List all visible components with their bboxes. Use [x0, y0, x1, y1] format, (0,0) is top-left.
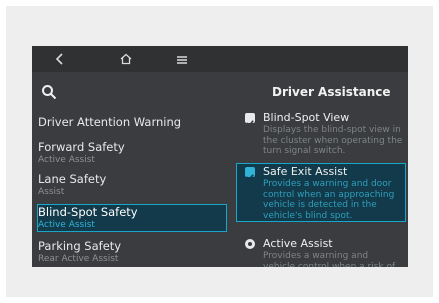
top-navigation-bar — [32, 46, 408, 72]
back-button[interactable] — [50, 51, 70, 67]
infotainment-screen: Driver Assistance Driver Attention Warni… — [32, 46, 408, 267]
menu-item-label: Driver Attention Warning — [38, 115, 182, 129]
home-icon — [120, 50, 132, 69]
menu-button[interactable] — [172, 51, 192, 67]
menu-item-sublabel: Active Assist — [38, 155, 95, 165]
option-active-assist[interactable]: Active Assist Provides a warning and veh… — [237, 236, 405, 267]
option-safe-exit-assist[interactable]: Safe Exit Assist Provides a warning and … — [236, 163, 406, 222]
menu-item-sublabel: Assist — [38, 187, 65, 197]
option-description: Displays the blind-spot view in the clus… — [263, 125, 403, 156]
menu-item-parking-safety[interactable]: Parking Safety Rear Active Assist — [38, 239, 226, 265]
home-button[interactable] — [116, 51, 136, 67]
option-description: Provides a warning and door control when… — [263, 179, 395, 221]
menu-item-label: Forward Safety — [38, 140, 125, 154]
option-label: Blind-Spot View — [263, 111, 350, 124]
search-button[interactable] — [41, 84, 57, 100]
menu-icon — [176, 50, 188, 69]
checkbox-checked-icon[interactable] — [245, 167, 255, 181]
checkbox-checked-icon[interactable] — [245, 113, 255, 127]
chevron-left-icon — [55, 50, 65, 69]
menu-item-sublabel: Active Assist — [38, 220, 95, 230]
display-frame: Driver Assistance Driver Attention Warni… — [6, 6, 433, 297]
menu-item-sublabel: Rear Active Assist — [38, 254, 119, 264]
option-label: Active Assist — [263, 237, 333, 250]
search-icon — [41, 85, 57, 104]
menu-item-label: Parking Safety — [38, 239, 122, 253]
menu-item-label: Lane Safety — [38, 172, 107, 186]
menu-item-driver-attention-warning[interactable]: Driver Attention Warning — [38, 115, 226, 129]
radio-selected-icon[interactable] — [245, 239, 255, 249]
page-title: Driver Assistance — [272, 85, 391, 99]
menu-item-lane-safety[interactable]: Lane Safety Assist — [38, 172, 226, 198]
menu-item-label: Blind-Spot Safety — [38, 205, 138, 219]
option-label: Safe Exit Assist — [263, 165, 348, 178]
menu-item-blind-spot-safety[interactable]: Blind-Spot Safety Active Assist — [37, 204, 227, 232]
menu-item-forward-safety[interactable]: Forward Safety Active Assist — [38, 140, 226, 166]
option-description: Provides a warning and vehicle control w… — [263, 251, 396, 267]
option-blind-spot-view[interactable]: Blind-Spot View Displays the blind-spot … — [237, 110, 405, 157]
